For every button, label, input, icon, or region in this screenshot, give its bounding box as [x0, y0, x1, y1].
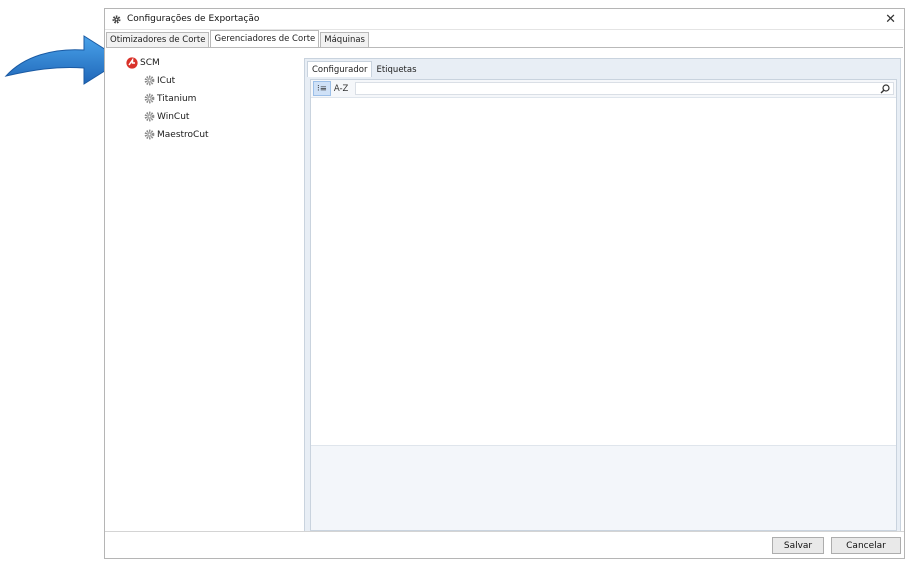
tree-item-label: SCM — [140, 58, 160, 68]
property-grid: ⁝≡ A-Z — [310, 79, 897, 531]
panel-tabs: Configurador Etiquetas — [305, 59, 900, 77]
tab-gerenciadores-de-corte[interactable]: Gerenciadores de Corte — [210, 30, 320, 47]
window-title: Configurações de Exportação — [127, 14, 260, 24]
dialog-footer: Salvar Cancelar — [105, 531, 904, 558]
search-icon[interactable] — [880, 83, 890, 94]
cut-manager-tree: SCM ICut Titanium WinCut MaestroCut — [126, 56, 209, 142]
property-grid-toolbar: ⁝≡ A-Z — [311, 80, 896, 98]
close-icon[interactable]: ✕ — [885, 13, 896, 26]
alphabetical-view-button[interactable]: A-Z — [331, 82, 352, 95]
scm-logo-icon — [126, 57, 138, 69]
tree-item-label: ICut — [157, 75, 176, 86]
main-tabs: Otimizadores de Corte Gerenciadores de C… — [105, 30, 370, 47]
title-bar: Configurações de Exportação ✕ — [105, 9, 904, 30]
categorized-view-button[interactable]: ⁝≡ — [313, 81, 331, 96]
tree-item-maestrocut[interactable]: MaestroCut — [144, 127, 209, 142]
tree-item-label: MaestroCut — [157, 129, 209, 140]
tree-item-icut[interactable]: ICut — [144, 73, 209, 88]
tab-maquinas[interactable]: Máquinas — [320, 32, 369, 47]
gear-icon — [144, 111, 155, 122]
tree-item-wincut[interactable]: WinCut — [144, 109, 209, 124]
property-search-box — [355, 82, 894, 95]
save-button[interactable]: Salvar — [772, 537, 824, 554]
configuration-panel: Configurador Etiquetas ⁝≡ A-Z — [304, 58, 901, 534]
tab-content: SCM ICut Titanium WinCut MaestroCut Conf… — [106, 47, 903, 534]
tree-item-scm[interactable]: SCM — [126, 56, 209, 70]
property-list-area[interactable] — [311, 98, 896, 445]
tree-item-label: Titanium — [157, 93, 197, 104]
property-search-input[interactable] — [356, 83, 880, 94]
property-description-area — [311, 445, 896, 530]
cancel-button[interactable]: Cancelar — [831, 537, 901, 554]
categorized-icon: ⁝≡ — [317, 83, 327, 94]
settings-gear-icon — [112, 14, 121, 24]
tree-item-titanium[interactable]: Titanium — [144, 91, 209, 106]
gear-icon — [144, 75, 155, 86]
tab-etiquetas[interactable]: Etiquetas — [372, 62, 420, 77]
export-settings-dialog: Configurações de Exportação ✕ Otimizador… — [104, 8, 905, 559]
gear-icon — [144, 129, 155, 140]
gear-icon — [144, 93, 155, 104]
tab-otimizadores-de-corte[interactable]: Otimizadores de Corte — [106, 32, 210, 47]
tab-configurador[interactable]: Configurador — [307, 61, 373, 77]
tree-item-label: WinCut — [157, 111, 190, 122]
